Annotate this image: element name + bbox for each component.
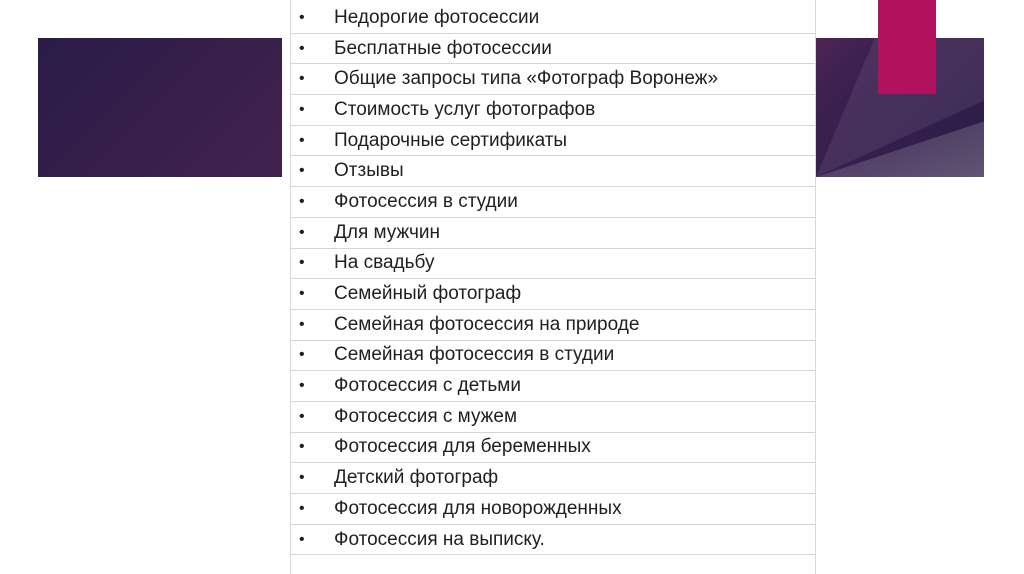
bullet-icon: • [299,407,305,425]
list-item: • Для мужчин [290,218,816,249]
bullet-icon: • [299,100,305,118]
list-item: • Семейная фотосессия на природе [290,310,816,341]
bullet-icon: • [299,315,305,333]
list-item-label: Детский фотограф [334,467,499,489]
bullet-icon: • [299,530,305,548]
list-item-label: Стоимость услуг фотографов [334,98,596,120]
bullet-icon: • [299,254,305,272]
list-item: • Фотосессия на выписку. [290,525,816,556]
list-item: • Фотосессия для новорожденных [290,494,816,525]
bullet-icon: • [299,8,305,26]
bullet-icon: • [299,285,305,303]
list-item: • Подарочные сертификаты [290,126,816,157]
list-item-label: Фотосессия на выписку. [334,528,545,550]
list-item-label: Общие запросы типа «Фотограф Воронеж» [334,68,719,90]
list-item-label: Для мужчин [334,221,441,243]
list-item: • Отзывы [290,156,816,188]
bullet-icon: • [299,223,305,241]
list-item-label: Фотосессия с мужем [334,405,518,427]
keyword-table: • Недорогие фотосессии • Бесплатные фотосе… [282,0,816,574]
list-item-label: Семейная фотосессия в студии [334,344,615,366]
list-item-label: Бесплатные фотосессии [334,37,552,59]
list-item-label: Недорогие фотосессии [334,6,540,28]
bullet-icon: • [299,377,305,395]
list-item-label: Семейный фотограф [334,283,522,305]
keyword-list: • Недорогие фотосессии • Бесплатные фотосе… [290,3,816,556]
list-item-label: Отзывы [334,160,404,182]
list-item-label: Фотосессия в студии [334,190,518,212]
bullet-icon: • [299,346,305,364]
list-item-label: Подарочные сертификаты [334,129,568,151]
list-item-label: Семейная фотосессия на природе [334,313,640,335]
list-item: • Семейный фотограф [290,279,816,310]
bullet-icon: • [299,469,305,487]
accent-tab [878,0,936,94]
list-item-label: Фотосессия для беременных [334,436,591,458]
bullet-icon: • [299,499,305,517]
list-item: • Фотосессия с детьми [290,371,816,402]
bullet-icon: • [299,39,305,57]
bullet-icon: • [299,438,305,456]
list-item: • Бесплатные фотосессии [290,34,816,65]
list-item: • Недорогие фотосессии [290,3,816,34]
bullet-icon: • [299,192,305,210]
list-item: • Фотосессия с мужем [290,402,816,433]
bullet-icon: • [299,162,305,180]
list-item: • Фотосессия в студии [290,187,816,218]
list-item: • Стоимость услуг фотографов [290,95,816,126]
bullet-icon: • [299,70,305,88]
bullet-icon: • [299,131,305,149]
list-item-label: На свадьбу [334,252,435,274]
list-item: • Детский фотограф [290,463,816,494]
list-item-label: Фотосессия для новорожденных [334,497,622,519]
list-item: • Фотосессия для беременных [290,433,816,464]
list-item-label: Фотосессия с детьми [334,375,521,397]
list-item: • На свадьбу [290,249,816,280]
list-item: • Общие запросы типа «Фотограф Воронеж» [290,64,816,96]
list-item: • Семейная фотосессия в студии [290,341,816,372]
